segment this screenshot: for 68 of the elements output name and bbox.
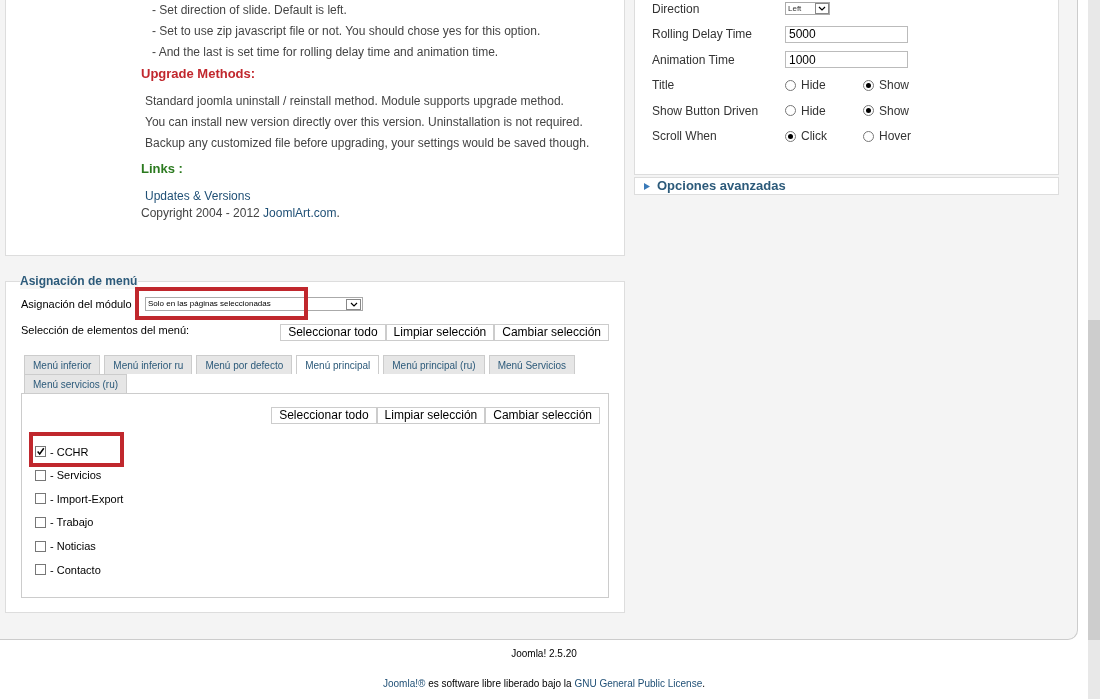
action-button[interactable]: Cambiar selección: [494, 324, 609, 341]
option-text: - And the last is set time for rolling delay time and animation time.: [151, 44, 500, 61]
radio-button[interactable]: [785, 130, 796, 142]
scrollbar-thumb[interactable]: [1088, 320, 1100, 640]
menu-item-label: - Servicios: [50, 468, 102, 484]
checkbox[interactable]: [35, 469, 46, 481]
version-text: Joomla! 2.5.20: [511, 647, 577, 660]
tab[interactable]: Menú Servicios: [488, 355, 575, 374]
checkbox[interactable]: [35, 493, 46, 505]
tab[interactable]: Menú principal: [296, 355, 380, 374]
menu-item-label: - Import-Export: [50, 491, 124, 507]
radio-label: Hide: [801, 102, 826, 120]
setting-label: Show Button Driven: [652, 102, 760, 120]
radio-button[interactable]: [863, 130, 874, 142]
option-text: - Set direction of slide. Default is left.: [151, 2, 348, 19]
scrollbar[interactable]: [1088, 0, 1100, 699]
radio-label: Click: [801, 128, 827, 146]
menu-item-label: - CCHR: [50, 444, 89, 460]
updates-link[interactable]: Updates & Versions: [145, 189, 251, 203]
link[interactable]: Joomla!®: [383, 678, 426, 689]
action-button[interactable]: Cambiar selección: [485, 407, 600, 424]
setting-label: Direction: [652, 0, 701, 18]
field-label: Asignación del módulo: [21, 296, 133, 312]
caret-icon: [346, 298, 361, 310]
radio-label: Show: [879, 102, 910, 120]
tab[interactable]: Menú por defecto: [196, 355, 293, 374]
text-field[interactable]: 5000: [785, 25, 908, 43]
checkbox[interactable]: [35, 517, 46, 529]
checkbox[interactable]: [35, 446, 46, 458]
action-button[interactable]: Seleccionar todo: [271, 407, 377, 424]
checkbox[interactable]: [35, 564, 46, 576]
info-text: Standard joomla uninstall / reinstall method. Module supports upgrade method.: [144, 93, 565, 110]
setting-label: Animation Time: [652, 51, 736, 69]
menu-item-label: - Contacto: [50, 562, 101, 578]
setting-label: Scroll When: [652, 128, 718, 146]
radio-button[interactable]: [863, 105, 874, 117]
checkbox[interactable]: [35, 540, 46, 552]
text-field[interactable]: 1000: [785, 51, 908, 69]
action-button[interactable]: Limpiar selección: [376, 407, 486, 424]
setting-label: Title: [652, 77, 676, 95]
info-text: You can install new version directly over this version. Uninstallation is not required.: [144, 114, 584, 131]
section-heading: Upgrade Methods:: [141, 65, 257, 83]
tab[interactable]: Menú inferior: [24, 355, 101, 374]
radio-label: Show: [879, 77, 910, 95]
tab[interactable]: Menú inferior ru: [104, 355, 193, 374]
action-button[interactable]: Seleccionar todo: [280, 324, 386, 341]
menu-item-label: - Trabajo: [50, 515, 94, 531]
radio-button[interactable]: [785, 105, 796, 117]
field-label: Selección de elementos del menú:: [21, 323, 190, 338]
section-heading: Links :: [141, 160, 184, 178]
caret-icon: [815, 3, 829, 15]
radio-label: Hide: [801, 77, 826, 95]
setting-label: Rolling Delay Time: [652, 26, 754, 44]
advanced-options-bar[interactable]: Opciones avanzadas: [634, 177, 1059, 195]
radio-button[interactable]: [785, 79, 796, 91]
copyright-text: Copyright 2004 - 2012 JoomlArt.com.: [141, 205, 341, 222]
action-button[interactable]: Limpiar selección: [385, 324, 495, 341]
tab[interactable]: Menú servicios (ru): [24, 374, 128, 393]
license-text: Joomla!® es software libre liberado bajo la GNU General Public License.: [383, 677, 705, 691]
fieldset-legend: Asignación de menú: [20, 273, 139, 289]
radio-button[interactable]: [863, 79, 874, 91]
radio-label: Hover: [879, 128, 911, 146]
tab[interactable]: Menú principal (ru): [383, 355, 485, 374]
direction-select[interactable]: Left: [785, 2, 830, 16]
menu-item-label: - Noticias: [50, 538, 96, 554]
info-text: Backup any customized file before upgrading, your settings would be saved though.: [144, 135, 591, 152]
module-select[interactable]: Solo en las páginas seleccionadas: [145, 297, 363, 311]
option-text: - Set to use zip javascript file or not. You should chose yes for this option.: [151, 23, 542, 40]
